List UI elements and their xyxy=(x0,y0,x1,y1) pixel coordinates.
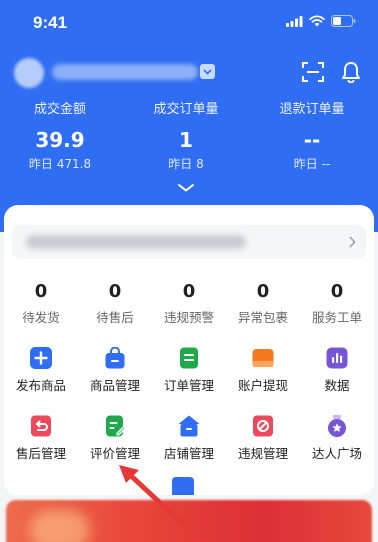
status-time: 9:41 xyxy=(33,13,68,32)
return-icon xyxy=(31,415,51,437)
stat-gmv[interactable]: 成交金额 39.9 昨日 471.8 xyxy=(0,100,120,173)
shopping-bag-icon xyxy=(105,347,125,369)
wifi-icon xyxy=(309,15,325,27)
shop-switcher[interactable] xyxy=(0,52,378,92)
tool-violation-management[interactable]: 违规管理 xyxy=(226,415,300,464)
stat-label: 退款订单量 xyxy=(279,102,345,117)
chevron-down-icon[interactable] xyxy=(200,64,215,79)
count-label: 待发货 xyxy=(22,310,60,325)
store-icon xyxy=(178,415,200,437)
stat-value: 1 xyxy=(179,128,193,152)
stat-refunds[interactable]: 退款订单量 -- 昨日 -- xyxy=(252,100,372,173)
count-label: 服务工单 xyxy=(311,310,362,325)
tool-influencer-plaza[interactable]: 达人广场 xyxy=(300,415,374,464)
shop-name-redacted[interactable] xyxy=(52,64,198,80)
more-tool-icon[interactable] xyxy=(172,477,194,495)
tool-product-management[interactable]: 商品管理 xyxy=(78,347,152,396)
tool-label: 违规管理 xyxy=(237,446,288,461)
tool-data[interactable]: 数据 xyxy=(300,347,374,396)
bell-icon[interactable] xyxy=(341,61,361,83)
promo-banner-graphic xyxy=(30,510,90,542)
tool-label: 售后管理 xyxy=(15,446,66,461)
tool-label: 数据 xyxy=(324,378,350,393)
count-pending-shipment[interactable]: 0 待发货 xyxy=(4,280,78,328)
stat-value: -- xyxy=(303,128,321,152)
count-value: 0 xyxy=(108,281,122,302)
tool-label: 账户提现 xyxy=(237,378,288,393)
scan-icon[interactable] xyxy=(302,62,324,82)
count-value: 0 xyxy=(256,281,270,302)
stat-yesterday: 昨日 -- xyxy=(293,157,331,171)
tool-label: 发布商品 xyxy=(15,378,66,393)
count-value: 0 xyxy=(34,281,48,302)
stat-yesterday: 昨日 8 xyxy=(168,157,204,171)
order-list-icon xyxy=(180,347,198,369)
count-label: 违规预警 xyxy=(163,310,214,325)
notice-text-redacted xyxy=(26,235,246,249)
count-value: 0 xyxy=(330,281,344,302)
tool-publish-product[interactable]: 发布商品 xyxy=(4,347,78,396)
star-medal-icon xyxy=(328,415,346,437)
tool-label: 商品管理 xyxy=(89,378,140,393)
count-value: 0 xyxy=(182,281,196,302)
tool-label: 达人广场 xyxy=(311,446,362,461)
stat-label: 成交订单量 xyxy=(153,102,219,117)
shop-avatar[interactable] xyxy=(14,58,44,88)
stat-orders[interactable]: 成交订单量 1 昨日 8 xyxy=(126,100,246,173)
review-edit-icon xyxy=(106,415,126,437)
count-pending-aftersale[interactable]: 0 待售后 xyxy=(78,280,152,328)
tool-review-management[interactable]: 评价管理 xyxy=(78,415,152,464)
tool-label: 评价管理 xyxy=(89,446,140,461)
stat-label: 成交金额 xyxy=(33,102,86,117)
notice-bar[interactable] xyxy=(12,225,366,259)
wallet-icon xyxy=(252,349,274,367)
tool-account-withdrawal[interactable]: 账户提现 xyxy=(226,347,300,396)
dashboard-header: 9:41 成交金额 39.9 昨日 471.8 成交订单量 1 昨日 8 退款订… xyxy=(0,0,378,232)
status-bar: 9:41 xyxy=(0,0,378,44)
stat-value: 39.9 xyxy=(35,128,85,152)
battery-icon xyxy=(331,15,356,27)
count-label: 待售后 xyxy=(96,310,134,325)
stat-yesterday: 昨日 471.8 xyxy=(28,157,92,171)
plus-icon xyxy=(30,347,52,369)
tool-label: 店铺管理 xyxy=(163,446,214,461)
signal-icon xyxy=(286,15,303,27)
bar-chart-icon xyxy=(326,347,348,369)
count-abnormal-package[interactable]: 0 异常包裹 xyxy=(226,280,300,328)
tool-store-management[interactable]: 店铺管理 xyxy=(152,415,226,464)
workbench-card: 0 待发货 0 待售后 0 违规预警 0 异常包裹 0 服务工单 发布商品 商品… xyxy=(4,205,374,495)
tool-order-management[interactable]: 订单管理 xyxy=(152,347,226,396)
status-icons xyxy=(286,15,356,27)
count-label: 异常包裹 xyxy=(237,310,288,325)
tool-label: 订单管理 xyxy=(163,378,214,393)
order-status-counts: 0 待发货 0 待售后 0 违规预警 0 异常包裹 0 服务工单 xyxy=(4,280,374,330)
tool-aftersale-management[interactable]: 售后管理 xyxy=(4,415,78,464)
chevron-right-icon[interactable] xyxy=(348,236,356,248)
count-service-ticket[interactable]: 0 服务工单 xyxy=(300,280,374,328)
count-violation-warning[interactable]: 0 违规预警 xyxy=(152,280,226,328)
expand-chevron-icon[interactable] xyxy=(177,183,195,193)
forbidden-icon xyxy=(253,415,273,437)
sales-stats: 成交金额 39.9 昨日 471.8 成交订单量 1 昨日 8 退款订单量 --… xyxy=(0,100,378,176)
